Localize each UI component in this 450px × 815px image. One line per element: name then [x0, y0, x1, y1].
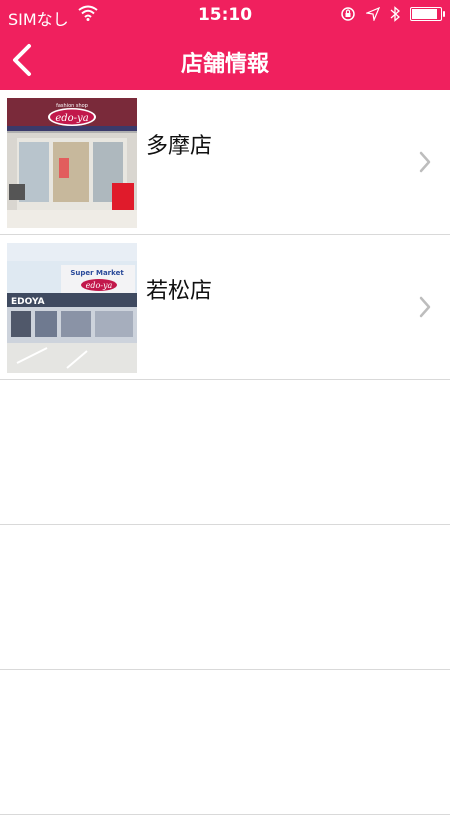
chevron-right-icon — [419, 296, 431, 318]
orientation-lock-icon — [341, 7, 355, 21]
battery-icon — [410, 7, 445, 21]
app-header: SIMなし 15:10 店舗情報 — [0, 0, 450, 90]
empty-row — [0, 525, 450, 670]
store-photo-wakamatsu: Super Market edo-ya EDOYA — [7, 243, 137, 373]
location-icon — [366, 7, 380, 21]
empty-row — [0, 380, 450, 525]
store-row-wakamatsu[interactable]: Super Market edo-ya EDOYA 若松店 — [0, 235, 450, 380]
store-list: fashion shop edo-ya 多摩店 Super Market edo… — [0, 90, 450, 815]
store-sign-logo: edo-ya — [86, 281, 113, 290]
page-title: 店舗情報 — [180, 52, 269, 77]
store-name: 若松店 — [146, 279, 213, 304]
navigation-bar: 店舗情報 — [0, 30, 450, 90]
store-photo-tama: fashion shop edo-ya — [7, 98, 137, 228]
status-bar: SIMなし 15:10 — [0, 0, 450, 30]
store-sign-top: fashion shop — [56, 103, 88, 109]
store-sign-top: Super Market — [70, 269, 124, 277]
empty-row — [0, 670, 450, 815]
battery-fill — [412, 9, 437, 19]
bluetooth-icon — [390, 6, 400, 22]
store-name: 多摩店 — [146, 134, 213, 159]
store-sign-logo: edo-ya — [55, 113, 88, 124]
store-row-tama[interactable]: fashion shop edo-ya 多摩店 — [0, 90, 450, 235]
chevron-right-icon — [419, 151, 431, 173]
store-front-sign: EDOYA — [11, 297, 45, 307]
